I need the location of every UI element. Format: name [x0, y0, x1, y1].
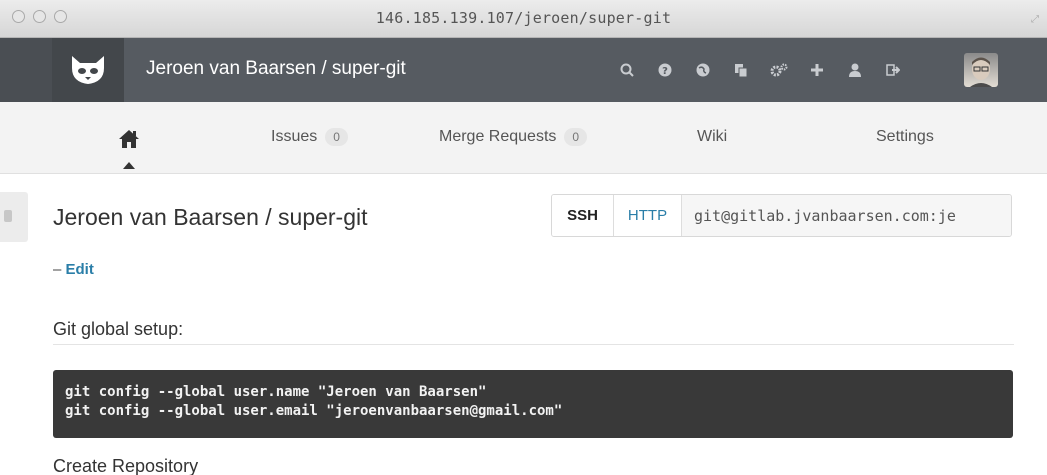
plus-icon[interactable]: [804, 59, 830, 81]
page-title: Jeroen van Baarsen / super-git: [53, 204, 368, 230]
tab-settings-label: Settings: [876, 128, 934, 145]
tab-settings[interactable]: Settings: [876, 128, 934, 146]
tab-merge-requests-label: Merge Requests: [439, 128, 557, 145]
window-title: 146.185.139.107/jeroen/super-git: [375, 9, 672, 27]
create-repository-heading: Create Repository: [53, 456, 199, 475]
gitlab-logo-icon[interactable]: [52, 38, 124, 102]
top-navbar: Jeroen van Baarsen / super-git ?: [0, 38, 1047, 102]
git-config-code-block: git config --global user.name "Jeroen va…: [53, 370, 1013, 438]
window-title-bar: 146.185.139.107/jeroen/super-git ⤢: [0, 0, 1047, 38]
globe-icon[interactable]: [690, 59, 716, 81]
avatar[interactable]: [964, 53, 998, 87]
code-line: git config --global user.name "Jeroen va…: [65, 384, 487, 400]
active-tab-caret: [123, 162, 135, 169]
issues-count-badge: 0: [325, 128, 348, 146]
edit-link[interactable]: Edit: [66, 261, 94, 278]
cogs-icon[interactable]: [766, 59, 792, 81]
search-icon[interactable]: [614, 59, 640, 81]
home-icon[interactable]: [118, 129, 140, 154]
ssh-button[interactable]: SSH: [552, 195, 614, 236]
tab-issues-label: Issues: [271, 128, 318, 145]
section-divider: [53, 344, 1014, 345]
git-global-setup-heading: Git global setup:: [53, 319, 184, 339]
copy-icon[interactable]: [728, 59, 754, 81]
project-subnav: Issues 0 Merge Requests 0 Wiki Settings: [0, 102, 1047, 174]
navbar-icons: ?: [614, 38, 918, 102]
edit-prefix: –: [53, 261, 66, 278]
help-icon[interactable]: ?: [652, 59, 678, 81]
tab-merge-requests[interactable]: Merge Requests 0: [439, 128, 588, 146]
fullscreen-icon[interactable]: ⤢: [1031, 14, 1041, 25]
tab-issues[interactable]: Issues 0: [271, 128, 348, 146]
clone-url-group: SSH HTTP git@gitlab.jvanbaarsen.com:je: [551, 194, 1012, 237]
side-toggle-handle[interactable]: [0, 192, 28, 242]
description-edit: – Edit: [53, 261, 94, 278]
logout-icon[interactable]: [880, 59, 906, 81]
tab-wiki-label: Wiki: [697, 128, 728, 145]
code-line: git config --global user.email "jeroenva…: [65, 403, 563, 419]
http-button[interactable]: HTTP: [614, 195, 682, 236]
navbar-project-title[interactable]: Jeroen van Baarsen / super-git: [146, 58, 406, 80]
user-icon[interactable]: [842, 59, 868, 81]
tab-wiki[interactable]: Wiki: [697, 128, 727, 146]
merge-requests-count-badge: 0: [564, 128, 588, 146]
clone-url-field[interactable]: git@gitlab.jvanbaarsen.com:je: [682, 195, 1011, 236]
svg-text:?: ?: [662, 66, 668, 77]
